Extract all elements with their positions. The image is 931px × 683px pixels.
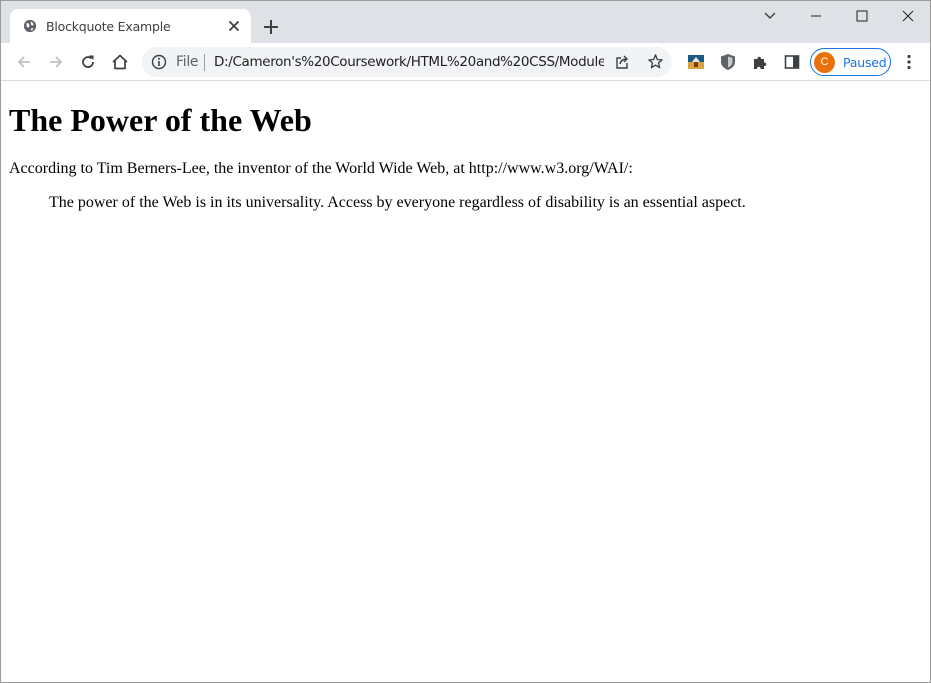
minimize-icon <box>811 15 821 17</box>
side-panel-icon <box>784 55 800 69</box>
maximize-icon <box>856 10 868 22</box>
url-text[interactable]: D:/Cameron's%20Coursework/HTML%20and%20C… <box>214 54 604 70</box>
page-title: The Power of the Web <box>9 102 312 138</box>
close-window-button[interactable] <box>885 1 931 31</box>
bookmark-star-icon[interactable] <box>647 53 664 70</box>
divider <box>204 54 205 71</box>
browser-tab[interactable]: Blockquote Example <box>10 9 251 43</box>
info-icon[interactable] <box>151 54 167 70</box>
blockquote: The power of the Web is in its universal… <box>49 194 746 211</box>
globe-icon <box>23 19 37 33</box>
shield-icon <box>721 54 735 70</box>
maximize-button[interactable] <box>839 1 885 31</box>
home-button[interactable] <box>107 49 133 75</box>
address-bar[interactable]: File D:/Cameron's%20Coursework/HTML%20an… <box>142 47 672 77</box>
url-scheme: File <box>176 54 199 70</box>
close-tab-icon[interactable] <box>226 18 242 34</box>
home-icon <box>112 54 128 70</box>
side-panel-button[interactable] <box>779 49 805 75</box>
tab-strip: Blockquote Example <box>1 1 930 43</box>
arrow-left-icon <box>17 56 30 68</box>
page-content: The Power of the Web According to Tim Be… <box>1 82 930 682</box>
puzzle-icon <box>754 56 767 69</box>
tab-title: Blockquote Example <box>46 19 171 34</box>
extensions-button[interactable] <box>747 49 773 75</box>
profile-status: Paused <box>843 55 887 70</box>
extension-image-icon <box>688 55 704 69</box>
shield-extension-button[interactable] <box>715 49 741 75</box>
intro-paragraph: According to Tim Berners-Lee, the invent… <box>9 160 633 177</box>
chevron-down-icon <box>764 12 776 19</box>
tab-search-button[interactable] <box>747 1 793 31</box>
profile-button[interactable]: C Paused <box>810 48 891 76</box>
close-icon <box>902 10 914 22</box>
extension-button[interactable] <box>683 49 709 75</box>
forward-button[interactable] <box>43 49 69 75</box>
reload-icon <box>82 55 94 68</box>
new-tab-icon[interactable] <box>260 16 282 38</box>
back-button[interactable] <box>11 49 37 75</box>
minimize-button[interactable] <box>793 1 839 31</box>
share-icon[interactable] <box>614 54 630 70</box>
browser-toolbar: File D:/Cameron's%20Coursework/HTML%20an… <box>1 43 930 81</box>
arrow-right-icon <box>50 56 63 68</box>
more-vert-icon <box>907 54 911 70</box>
avatar: C <box>814 52 835 73</box>
menu-button[interactable] <box>896 49 922 75</box>
reload-button[interactable] <box>75 49 101 75</box>
